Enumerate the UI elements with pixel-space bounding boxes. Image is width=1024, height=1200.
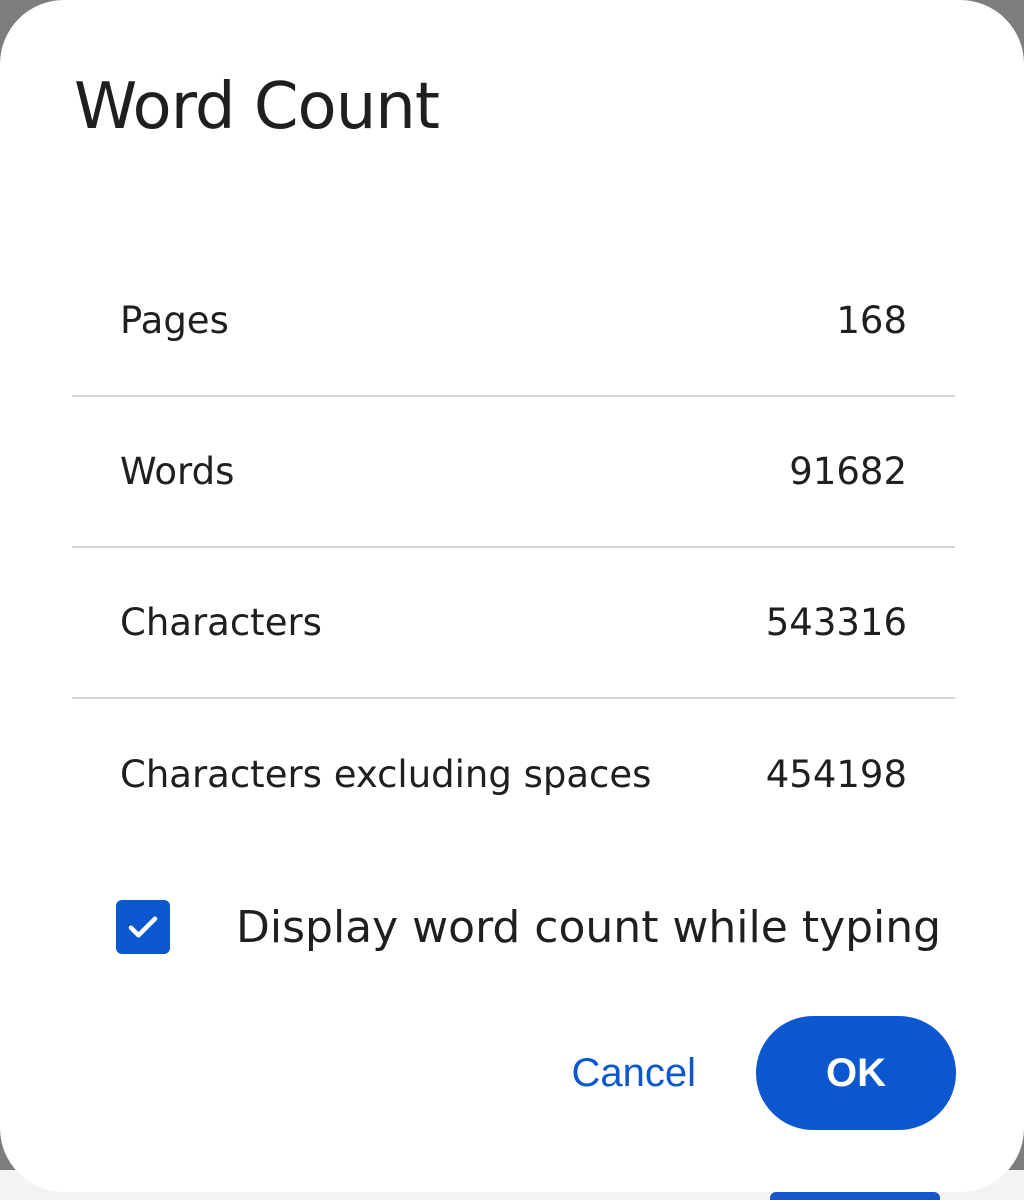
stat-label: Pages [120, 299, 229, 342]
display-word-count-label: Display word count while typing [236, 901, 942, 953]
stat-row-pages: Pages 168 [72, 246, 955, 397]
word-count-dialog: Word Count Pages 168 Words 91682 Charact… [0, 0, 1024, 1192]
stat-value: 91682 [789, 450, 907, 493]
stat-label: Words [120, 450, 235, 493]
ok-button[interactable]: OK [756, 1016, 956, 1130]
display-word-count-option[interactable]: Display word count while typing [116, 900, 941, 954]
stat-row-words: Words 91682 [72, 397, 955, 548]
stat-row-characters-excluding-spaces: Characters excluding spaces 454198 [72, 699, 955, 850]
cancel-button[interactable]: Cancel [541, 1016, 726, 1130]
stat-label: Characters [120, 601, 322, 644]
stat-value: 543316 [765, 601, 907, 644]
stat-value: 454198 [765, 753, 907, 796]
stat-row-characters: Characters 543316 [72, 548, 955, 699]
page: Word Count Pages 168 Words 91682 Charact… [0, 0, 1024, 1200]
checkmark-icon [128, 916, 158, 938]
stat-label: Characters excluding spaces [120, 753, 652, 796]
dialog-title: Word Count [74, 70, 440, 144]
background-button-edge [770, 1192, 940, 1200]
stats-list: Pages 168 Words 91682 Characters 543316 … [72, 246, 955, 850]
stat-value: 168 [836, 299, 907, 342]
dialog-actions: Cancel OK [541, 1016, 956, 1130]
display-word-count-checkbox[interactable] [116, 900, 170, 954]
